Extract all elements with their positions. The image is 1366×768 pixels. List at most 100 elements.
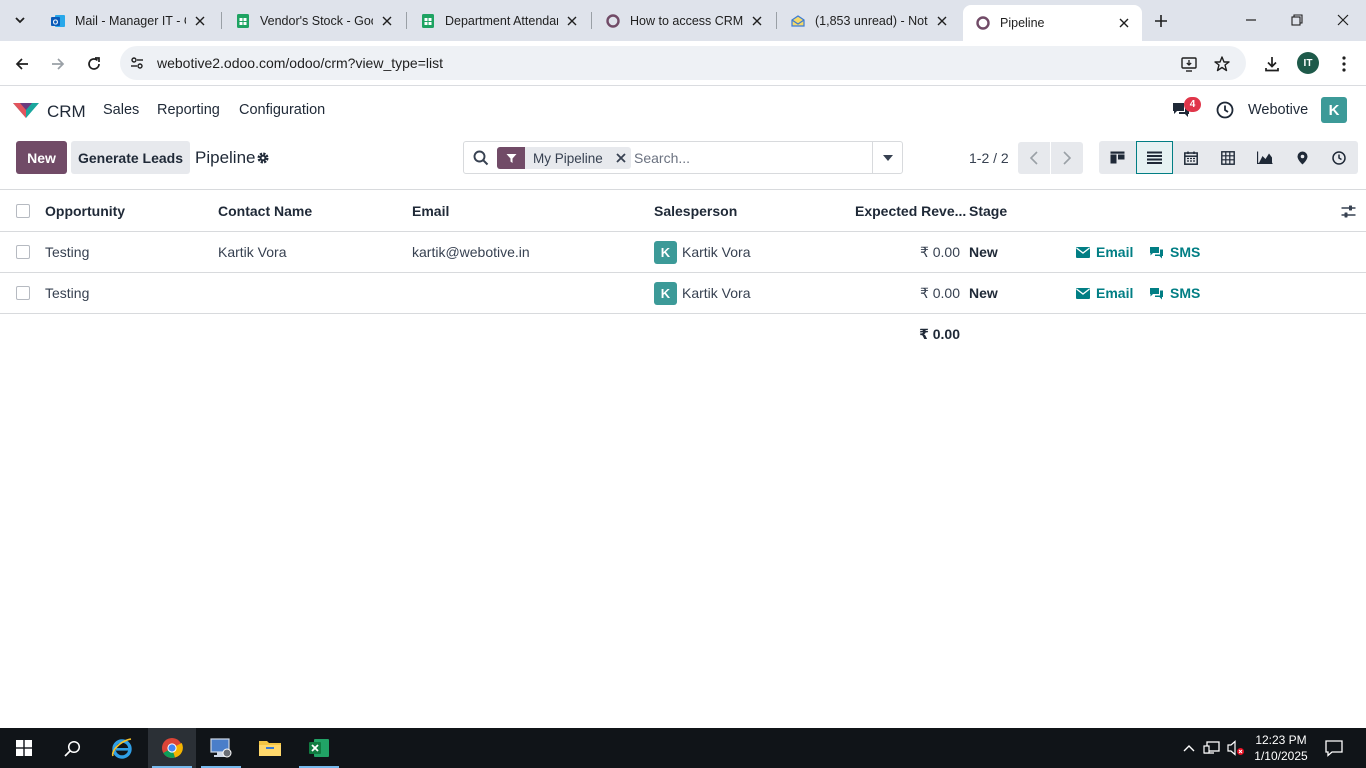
column-header-email[interactable]: Email bbox=[412, 191, 449, 231]
tab-department-attendance[interactable]: Department Attendan bbox=[408, 6, 590, 35]
tab-title: Department Attendan bbox=[445, 13, 558, 28]
column-header-contact-name[interactable]: Contact Name bbox=[218, 191, 312, 231]
search-input[interactable] bbox=[634, 148, 870, 168]
tab-how-to-access-crm[interactable]: How to access CRM - bbox=[593, 6, 775, 35]
close-icon[interactable] bbox=[934, 13, 950, 29]
tab-pipeline[interactable]: Pipeline bbox=[963, 5, 1142, 41]
list-icon bbox=[1147, 151, 1162, 164]
tab-vendors-stock[interactable]: Vendor's Stock - Goo bbox=[223, 6, 405, 35]
sms-action-button[interactable]: SMS bbox=[1149, 232, 1200, 272]
windows-taskbar: 12:23 PM 1/10/2025 bbox=[0, 728, 1366, 768]
cell-salesperson[interactable]: K Kartik Vora bbox=[654, 232, 750, 272]
internet-explorer-taskbar-icon[interactable] bbox=[98, 728, 146, 768]
restore-button[interactable] bbox=[1274, 0, 1320, 40]
column-header-stage[interactable]: Stage bbox=[969, 191, 1007, 231]
menu-reporting[interactable]: Reporting bbox=[157, 102, 220, 118]
bookmark-star-icon[interactable] bbox=[1212, 54, 1232, 74]
tab-title: Pipeline bbox=[1000, 16, 1045, 30]
pager-previous-button[interactable] bbox=[1018, 142, 1050, 174]
close-icon[interactable] bbox=[379, 13, 395, 29]
kanban-view-button[interactable] bbox=[1099, 141, 1136, 174]
calendar-view-button[interactable] bbox=[1173, 141, 1210, 174]
table-row[interactable]: Testing Kartik Vora kartik@webotive.in K… bbox=[0, 232, 1366, 273]
email-action-button[interactable]: Email bbox=[1076, 232, 1133, 272]
app-name[interactable]: CRM bbox=[47, 102, 86, 122]
map-view-button[interactable] bbox=[1284, 141, 1321, 174]
column-header-expected-revenue[interactable]: Expected Reve... bbox=[855, 191, 966, 231]
url-text: webotive2.odoo.com/odoo/crm?view_type=li… bbox=[157, 55, 443, 71]
pager-value[interactable]: 1-2 / 2 bbox=[969, 150, 1009, 166]
volume-muted-icon[interactable] bbox=[1227, 739, 1245, 757]
browser-profile-avatar[interactable]: IT bbox=[1297, 52, 1319, 74]
cell-opportunity: Testing bbox=[45, 244, 90, 260]
minimize-button[interactable] bbox=[1228, 0, 1274, 40]
tab-title: (1,853 unread) - Noti bbox=[815, 13, 928, 28]
address-bar[interactable]: webotive2.odoo.com/odoo/crm?view_type=li… bbox=[120, 46, 1246, 80]
pivot-view-button[interactable] bbox=[1210, 141, 1247, 174]
gear-icon[interactable] bbox=[256, 151, 270, 165]
table-row[interactable]: Testing K Kartik Vora ₹ 0.00 New Email S… bbox=[0, 273, 1366, 314]
generate-leads-button[interactable]: Generate Leads bbox=[71, 141, 190, 174]
tab-search-button[interactable] bbox=[6, 7, 34, 33]
close-icon[interactable] bbox=[749, 13, 765, 29]
cell-salesperson[interactable]: K Kartik Vora bbox=[654, 273, 750, 313]
menu-sales[interactable]: Sales bbox=[103, 102, 139, 118]
facet-value: My Pipeline bbox=[533, 150, 603, 166]
downloads-button[interactable] bbox=[1257, 49, 1287, 79]
sms-action-button[interactable]: SMS bbox=[1149, 273, 1200, 313]
install-app-icon[interactable] bbox=[1179, 54, 1199, 74]
notification-center-icon[interactable] bbox=[1324, 739, 1344, 757]
row-checkbox[interactable] bbox=[16, 286, 30, 300]
list-view-button[interactable] bbox=[1136, 141, 1173, 174]
cell-opportunity: Testing bbox=[45, 285, 90, 301]
clock-time: 12:23 PM bbox=[1255, 733, 1307, 747]
area-chart-icon bbox=[1257, 151, 1273, 164]
select-all-checkbox[interactable] bbox=[16, 204, 30, 218]
site-settings-icon[interactable] bbox=[128, 54, 146, 72]
tab-separator bbox=[776, 12, 777, 29]
activity-view-button[interactable] bbox=[1321, 141, 1358, 174]
graph-view-button[interactable] bbox=[1247, 141, 1284, 174]
column-header-opportunity[interactable]: Opportunity bbox=[45, 191, 125, 231]
company-name[interactable]: Webotive bbox=[1248, 102, 1308, 118]
column-header-salesperson[interactable]: Salesperson bbox=[654, 191, 737, 231]
tab-notifications-mail[interactable]: (1,853 unread) - Noti bbox=[778, 6, 960, 35]
tab-outlook-mail[interactable]: O Mail - Manager IT - O bbox=[38, 6, 218, 35]
email-action-button[interactable]: Email bbox=[1076, 273, 1133, 313]
user-avatar[interactable]: K bbox=[1321, 97, 1347, 123]
remove-facet-icon[interactable] bbox=[611, 147, 631, 169]
pager-next-button[interactable] bbox=[1051, 142, 1083, 174]
new-button[interactable]: New bbox=[16, 141, 67, 174]
browser-menu-button[interactable] bbox=[1329, 49, 1359, 79]
envelope-icon bbox=[1076, 287, 1090, 299]
excel-taskbar-icon[interactable] bbox=[295, 728, 343, 768]
close-icon[interactable] bbox=[192, 13, 208, 29]
menu-configuration[interactable]: Configuration bbox=[239, 102, 325, 118]
email-action-label: Email bbox=[1096, 285, 1134, 301]
remote-desktop-taskbar-icon[interactable] bbox=[197, 728, 245, 768]
file-explorer-taskbar-icon[interactable] bbox=[246, 728, 294, 768]
show-hidden-icons-button[interactable] bbox=[1180, 739, 1198, 757]
start-button[interactable] bbox=[0, 728, 48, 768]
close-icon[interactable] bbox=[564, 13, 580, 29]
row-checkbox[interactable] bbox=[16, 245, 30, 259]
taskbar-search-button[interactable] bbox=[48, 728, 96, 768]
chrome-taskbar-icon[interactable] bbox=[148, 728, 196, 768]
forward-button[interactable] bbox=[43, 49, 73, 79]
search-icon[interactable] bbox=[473, 150, 489, 166]
activity-clock-icon[interactable] bbox=[1215, 100, 1235, 120]
new-tab-button[interactable] bbox=[1148, 8, 1174, 34]
reload-button[interactable] bbox=[79, 49, 109, 79]
search-options-toggle[interactable] bbox=[872, 142, 902, 173]
optional-columns-icon[interactable] bbox=[1341, 204, 1356, 219]
table-header: Opportunity Contact Name Email Salespers… bbox=[0, 191, 1366, 232]
close-icon[interactable] bbox=[1116, 15, 1132, 31]
kanban-icon bbox=[1110, 151, 1124, 164]
network-icon[interactable] bbox=[1203, 739, 1221, 757]
system-clock[interactable]: 12:23 PM 1/10/2025 bbox=[1247, 732, 1315, 764]
crm-app-logo-icon[interactable] bbox=[12, 100, 40, 120]
cell-expected-revenue: ₹ 0.00 bbox=[919, 243, 960, 260]
tab-title: Mail - Manager IT - O bbox=[75, 13, 186, 28]
close-window-button[interactable] bbox=[1320, 0, 1366, 40]
back-button[interactable] bbox=[7, 49, 37, 79]
